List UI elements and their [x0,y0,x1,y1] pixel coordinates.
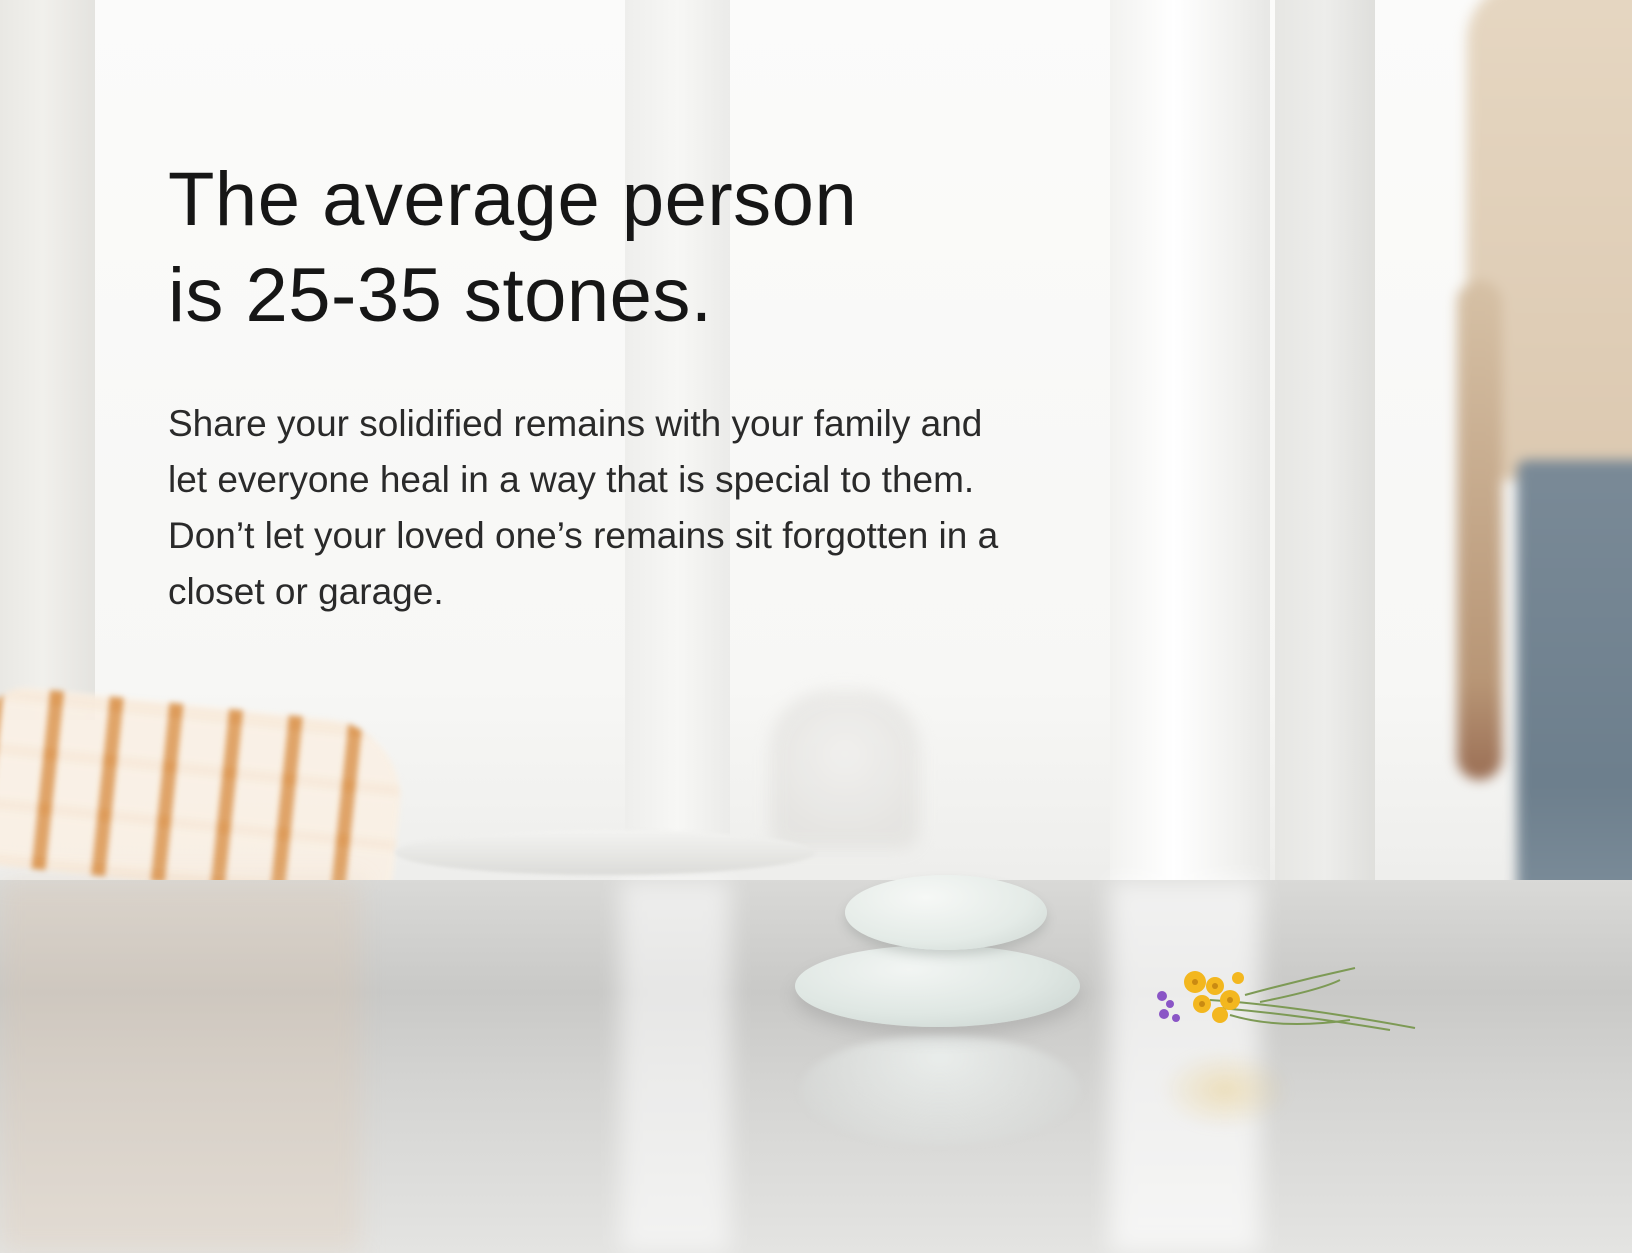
stone-top [845,875,1047,950]
person-silhouette-image [1402,0,1632,1000]
body-copy: Share your solidified remains with your … [168,396,1088,620]
body-line: closet or garage. [168,571,444,612]
window-frame [1110,0,1270,900]
plate [395,830,815,875]
stone-reflection [800,1035,1080,1145]
body-line: let everyone heal in a way that is speci… [168,459,975,500]
blurred-vase [770,690,920,850]
headline-line: is 25-35 stones. [168,253,713,338]
stone-bottom [795,945,1080,1027]
headline-line: The average person [168,157,858,242]
curtain [0,0,95,720]
body-line: Share your solidified remains with your … [168,403,983,444]
wildflowers-image [1157,967,1416,1031]
window-frame [1275,0,1375,900]
body-line: Don’t let your loved one’s remains sit f… [168,515,999,556]
ad-scene: The average person is 25-35 stones. Shar… [0,0,1632,1253]
headline: The average person is 25-35 stones. [168,152,1088,344]
ad-copy: The average person is 25-35 stones. Shar… [168,152,1088,620]
